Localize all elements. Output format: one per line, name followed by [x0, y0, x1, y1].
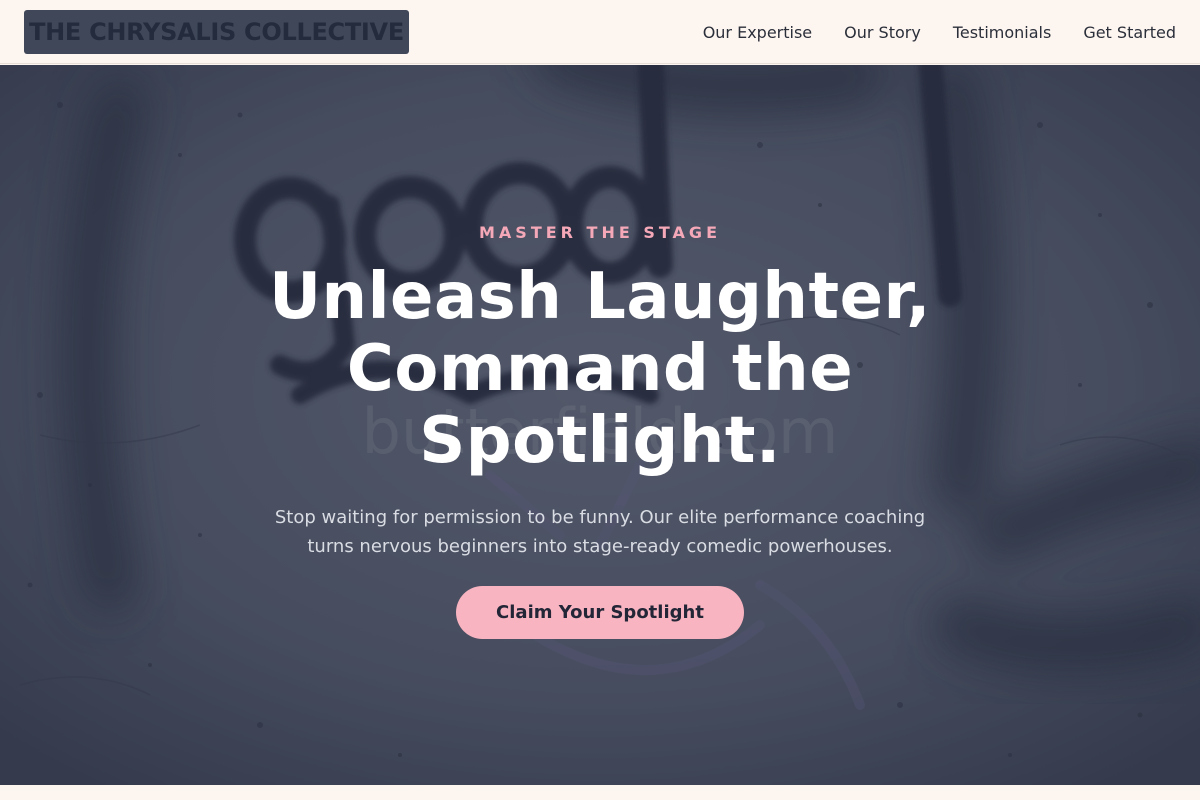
hero-section: butterfield.com MASTER THE STAGE Unleash…	[0, 65, 1200, 785]
brand-logo[interactable]: THE CHRYSALIS COLLECTIVE	[24, 10, 409, 54]
primary-nav: Our Expertise Our Story Testimonials Get…	[703, 0, 1176, 64]
nav-link-our-expertise[interactable]: Our Expertise	[703, 23, 812, 42]
below-hero-strip	[0, 785, 1200, 800]
nav-link-testimonials[interactable]: Testimonials	[953, 23, 1052, 42]
hero-headline: Unleash Laughter, Command the Spotlight.	[269, 260, 931, 478]
nav-link-get-started[interactable]: Get Started	[1083, 23, 1176, 42]
top-navbar: THE CHRYSALIS COLLECTIVE Our Expertise O…	[0, 0, 1200, 64]
hero-eyebrow: MASTER THE STAGE	[478, 223, 721, 242]
nav-link-our-story[interactable]: Our Story	[844, 23, 921, 42]
claim-spotlight-button[interactable]: Claim Your Spotlight	[456, 586, 744, 639]
hero-subtext: Stop waiting for permission to be funny.…	[274, 507, 926, 557]
hero-content: MASTER THE STAGE Unleash Laughter, Comma…	[0, 65, 1200, 785]
